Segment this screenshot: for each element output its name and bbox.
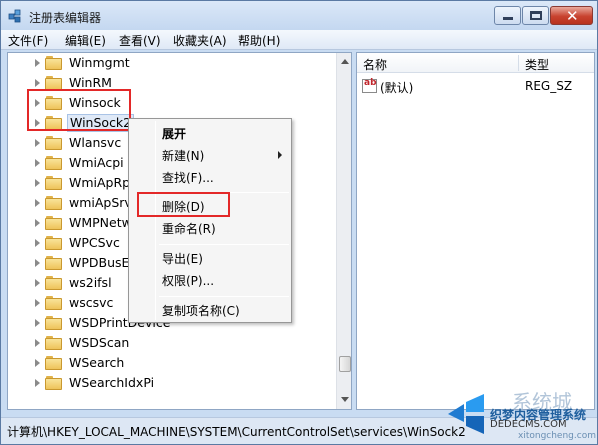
- tree-item-label: Wlansvc: [69, 135, 122, 150]
- menu-separator: [159, 244, 289, 245]
- window-title: 注册表编辑器: [29, 11, 102, 25]
- minimize-button[interactable]: [494, 6, 521, 25]
- column-header-type[interactable]: 类型: [525, 56, 549, 73]
- expand-arrow-icon[interactable]: [35, 359, 40, 367]
- ctx-find[interactable]: 查找(F)...: [162, 169, 214, 186]
- tree-item-label: WPDBusEr: [69, 255, 135, 270]
- folder-icon: [45, 236, 62, 250]
- tree-item-winmgmt[interactable]: Winmgmt: [8, 53, 336, 73]
- tree-item-label: WMPNetw: [69, 215, 132, 230]
- status-path: 计算机\HKEY_LOCAL_MACHINE\SYSTEM\CurrentCon…: [7, 425, 466, 439]
- scroll-down-icon[interactable]: [341, 397, 349, 402]
- tree-item-label: WmiApRp: [69, 175, 131, 190]
- expand-arrow-icon[interactable]: [35, 319, 40, 327]
- menu-separator: [159, 296, 289, 297]
- folder-icon: [45, 336, 62, 350]
- expand-arrow-icon[interactable]: [35, 279, 40, 287]
- maximize-icon: [530, 11, 542, 20]
- highlight-box-tree: [27, 89, 131, 131]
- submenu-arrow-icon: [278, 151, 282, 159]
- expand-arrow-icon[interactable]: [35, 199, 40, 207]
- ctx-permissions[interactable]: 权限(P)...: [162, 272, 214, 289]
- column-divider[interactable]: [518, 55, 519, 71]
- value-name: (默认): [380, 81, 414, 95]
- tree-item-label: Winmgmt: [69, 55, 130, 70]
- tree-item-label: WPCSvc: [69, 235, 120, 250]
- expand-arrow-icon[interactable]: [35, 179, 40, 187]
- folder-icon: [45, 316, 62, 330]
- registry-editor-icon: [8, 9, 21, 23]
- folder-icon: [45, 136, 62, 150]
- tree-item-label: wscsvc: [69, 295, 114, 310]
- folder-icon: [45, 156, 62, 170]
- ctx-export[interactable]: 导出(E): [162, 250, 203, 267]
- highlight-box-delete: [137, 192, 230, 217]
- folder-icon: [45, 356, 62, 370]
- expand-arrow-icon[interactable]: [35, 299, 40, 307]
- tree-item-label: WSearch: [69, 355, 125, 370]
- expand-arrow-icon[interactable]: [35, 159, 40, 167]
- folder-icon: [45, 216, 62, 230]
- tree-item-label: WmiAcpi: [69, 155, 124, 170]
- expand-arrow-icon[interactable]: [35, 239, 40, 247]
- menu-view[interactable]: 查看(V): [119, 32, 161, 49]
- tree-item-label: WSearchIdxPi: [69, 375, 155, 390]
- ctx-copy-key-name[interactable]: 复制项名称(C): [162, 302, 240, 319]
- title-bar[interactable]: 注册表编辑器 ✕: [1, 1, 597, 31]
- ctx-new[interactable]: 新建(N): [162, 147, 204, 164]
- menu-gutter: [155, 121, 156, 320]
- expand-arrow-icon[interactable]: [35, 379, 40, 387]
- folder-icon: [45, 56, 62, 70]
- values-list-pane[interactable]: 名称 类型 ab (默认) REG_SZ: [356, 52, 595, 410]
- expand-arrow-icon[interactable]: [35, 219, 40, 227]
- folder-icon: [45, 76, 62, 90]
- folder-icon: [45, 276, 62, 290]
- expand-arrow-icon[interactable]: [35, 79, 40, 87]
- list-item[interactable]: ab (默认) REG_SZ: [357, 77, 594, 97]
- folder-icon: [45, 256, 62, 270]
- folder-icon: [45, 176, 62, 190]
- tree-scrollbar[interactable]: [336, 53, 351, 409]
- expand-arrow-icon[interactable]: [35, 339, 40, 347]
- menu-help[interactable]: 帮助(H): [238, 32, 280, 49]
- scroll-thumb[interactable]: [339, 356, 351, 372]
- menu-file[interactable]: 文件(F): [8, 32, 48, 49]
- tree-item-label: WSDScan: [69, 335, 130, 350]
- ctx-rename[interactable]: 重命名(R): [162, 220, 216, 237]
- ctx-expand[interactable]: 展开: [162, 125, 186, 142]
- close-button[interactable]: ✕: [550, 6, 593, 25]
- column-header-name[interactable]: 名称: [363, 56, 387, 73]
- tree-item-label: ws2ifsl: [69, 275, 112, 290]
- tree-item-wsearchidxpi[interactable]: WSearchIdxPi: [8, 373, 336, 393]
- folder-icon: [45, 376, 62, 390]
- context-menu: 展开 新建(N) 查找(F)... 删除(D) 重命名(R) 导出(E) 权限(…: [128, 118, 292, 323]
- menu-bar: 文件(F) 编辑(E) 查看(V) 收藏夹(A) 帮助(H): [1, 30, 597, 50]
- tree-item-label: wmiApSrv: [69, 195, 132, 210]
- minimize-icon: [503, 17, 513, 20]
- expand-arrow-icon[interactable]: [35, 59, 40, 67]
- status-bar: 计算机\HKEY_LOCAL_MACHINE\SYSTEM\CurrentCon…: [1, 417, 597, 444]
- tree-item-wsdscan[interactable]: WSDScan: [8, 333, 336, 353]
- folder-icon: [45, 296, 62, 310]
- list-header: 名称 类型: [357, 53, 594, 73]
- menu-favorites[interactable]: 收藏夹(A): [173, 32, 227, 49]
- expand-arrow-icon[interactable]: [35, 139, 40, 147]
- menu-edit[interactable]: 编辑(E): [65, 32, 106, 49]
- close-icon: ✕: [566, 7, 579, 25]
- maximize-button[interactable]: [522, 6, 549, 25]
- value-type: REG_SZ: [525, 79, 573, 93]
- folder-icon: [45, 196, 62, 210]
- tree-item-wsearch[interactable]: WSearch: [8, 353, 336, 373]
- registry-editor-window: 注册表编辑器 ✕ 文件(F) 编辑(E) 查看(V) 收藏夹(A) 帮助(H) …: [0, 0, 598, 445]
- string-value-icon: ab: [362, 78, 377, 93]
- expand-arrow-icon[interactable]: [35, 259, 40, 267]
- scroll-up-icon[interactable]: [341, 59, 349, 64]
